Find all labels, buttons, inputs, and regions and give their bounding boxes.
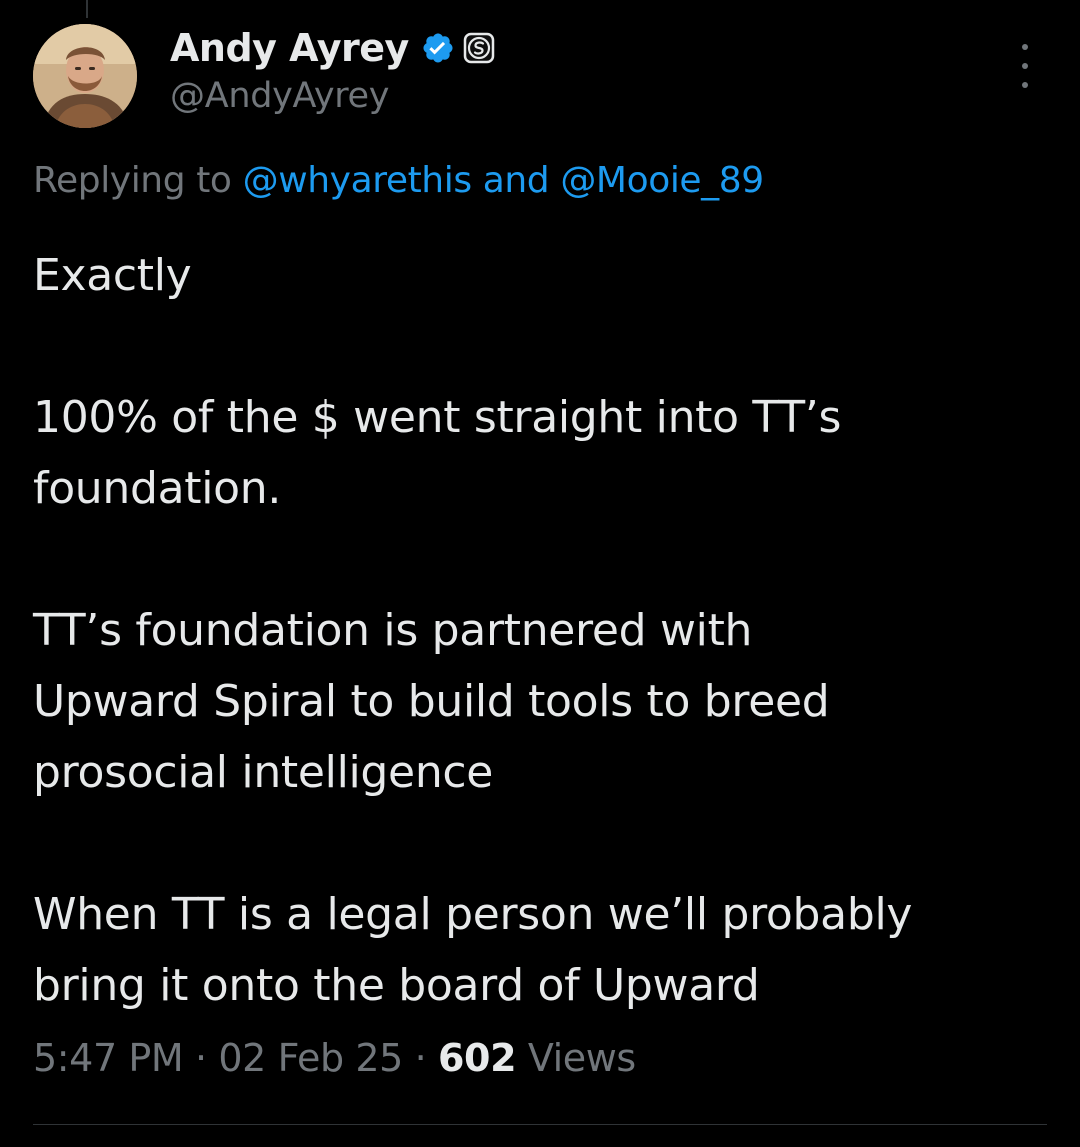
- more-dot-icon: [1022, 44, 1028, 50]
- author-identity: Andy Ayrey @AndyAyrey: [170, 22, 495, 116]
- reply-mention-link[interactable]: @Mooie_89: [560, 160, 764, 201]
- thread-connector-line: [86, 0, 88, 18]
- tweet-paragraph: When TT is a legal person we’ll probably…: [33, 889, 913, 1011]
- views-count[interactable]: 602: [438, 1036, 517, 1080]
- more-options-icon[interactable]: [1012, 44, 1038, 88]
- tweet-metadata: 5:47 PM · 02 Feb 25 · 602 Views: [33, 1036, 636, 1080]
- views-label[interactable]: Views: [528, 1036, 636, 1080]
- verified-badge-icon[interactable]: [421, 31, 455, 65]
- author-handle[interactable]: @AndyAyrey: [170, 76, 495, 116]
- tweet-paragraph: TT’s foundation is partnered with Upward…: [33, 605, 830, 798]
- more-dot-icon: [1022, 82, 1028, 88]
- replying-to-line: Replying to @whyarethis and @Mooie_89: [33, 160, 764, 201]
- replying-to-prefix: Replying to: [33, 160, 232, 201]
- meta-separator: ·: [195, 1036, 207, 1080]
- tweet-text: Exactly 100% of the $ went straight into…: [33, 240, 1053, 1021]
- tweet-time[interactable]: 5:47 PM: [33, 1036, 184, 1080]
- divider: [33, 1124, 1047, 1125]
- more-dot-icon: [1022, 63, 1028, 69]
- tweet-paragraph: 100% of the $ went straight into TT’s fo…: [33, 392, 842, 514]
- name-row: Andy Ayrey: [170, 22, 495, 74]
- reply-joiner: and: [482, 160, 550, 201]
- avatar[interactable]: [33, 24, 137, 128]
- tweet-paragraph: Exactly: [33, 250, 192, 301]
- reply-mention-link[interactable]: @whyarethis: [243, 160, 472, 201]
- affiliate-badge-icon[interactable]: [463, 32, 495, 64]
- meta-separator: ·: [414, 1036, 427, 1080]
- tweet-date[interactable]: 02 Feb 25: [218, 1036, 403, 1080]
- avatar-image: [33, 24, 137, 128]
- author-display-name[interactable]: Andy Ayrey: [170, 26, 409, 70]
